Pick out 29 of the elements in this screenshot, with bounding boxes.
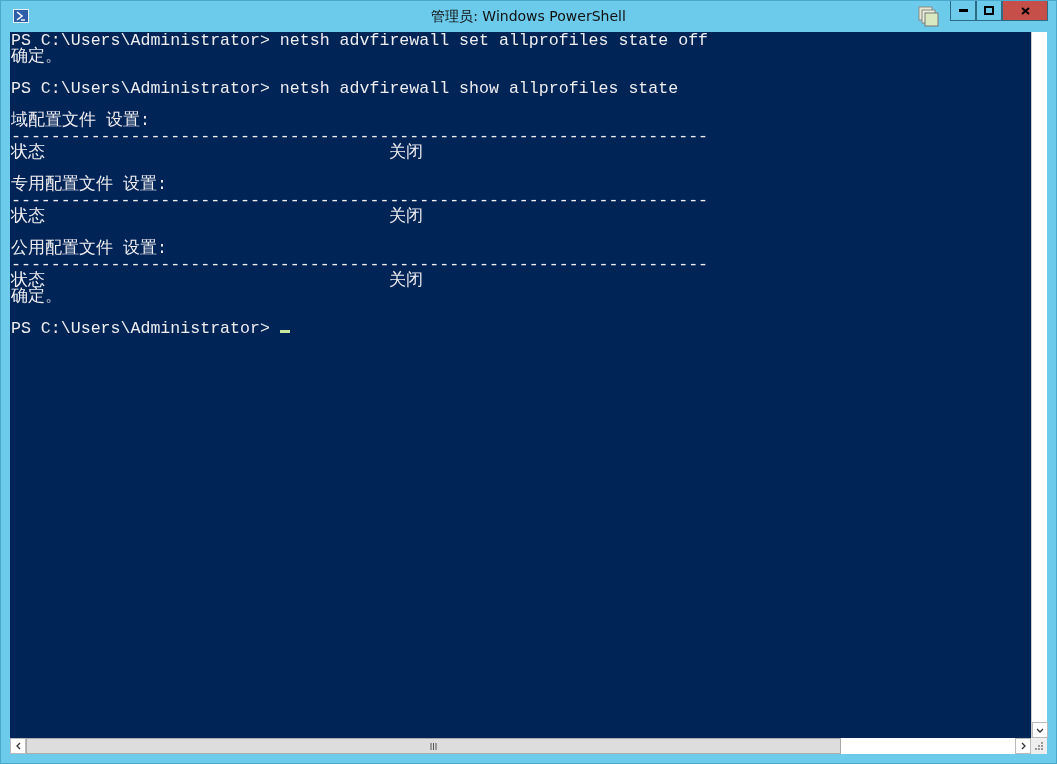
- setting-name: 状态: [11, 145, 46, 161]
- chevron-right-icon: [1020, 742, 1026, 750]
- minimize-icon: [958, 9, 968, 12]
- maximize-icon: [984, 6, 994, 15]
- close-icon: [1020, 6, 1030, 15]
- setting-value: 关闭: [389, 207, 424, 226]
- setting-value: 关闭: [389, 143, 424, 162]
- scroll-down-button[interactable]: [1032, 722, 1048, 738]
- console-line: 确定。: [11, 287, 62, 306]
- scroll-left-button[interactable]: [10, 738, 26, 754]
- scroll-thumb[interactable]: [26, 738, 841, 754]
- console-line: 域配置文件 设置:: [11, 111, 150, 130]
- console-line: 公用配置文件 设置:: [11, 239, 167, 258]
- scroll-right-button[interactable]: [1015, 738, 1031, 754]
- setting-value: 关闭: [389, 271, 424, 290]
- chevron-left-icon: [15, 742, 21, 750]
- chevron-down-icon: [1036, 727, 1044, 733]
- setting-name: 状态: [11, 209, 46, 225]
- console-line: 专用配置文件 设置:: [11, 175, 167, 194]
- grip-icon: [430, 742, 437, 750]
- console-line: PS C:\Users\Administrator> netsh advfirewall show allprofiles state: [11, 79, 679, 98]
- resize-grip-icon: [1035, 742, 1043, 750]
- maximize-button[interactable]: [976, 1, 1002, 21]
- minimize-button[interactable]: [950, 1, 976, 21]
- close-button[interactable]: [1002, 1, 1048, 21]
- window-title: 管理员: Windows PowerShell: [431, 7, 626, 26]
- prompt-text: PS C:\Users\Administrator>: [11, 319, 271, 338]
- windows-icon: [918, 6, 940, 28]
- powershell-icon: [13, 9, 29, 23]
